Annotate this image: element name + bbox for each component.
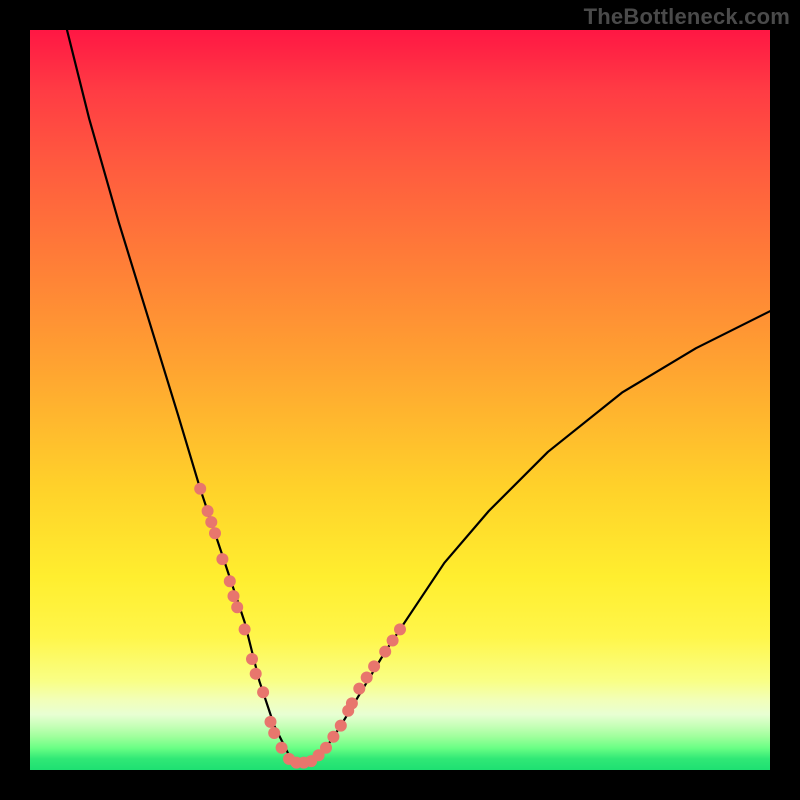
marker-dot (202, 505, 214, 517)
marker-dot (346, 697, 358, 709)
marker-dot (368, 660, 380, 672)
marker-dot (224, 575, 236, 587)
marker-dot (205, 516, 217, 528)
marker-dot (327, 731, 339, 743)
chart-svg (30, 30, 770, 770)
marker-dot (194, 483, 206, 495)
watermark-text: TheBottleneck.com (584, 4, 790, 30)
marker-dot (394, 623, 406, 635)
marker-dot (231, 601, 243, 613)
marker-dot (250, 668, 262, 680)
marker-dot (387, 635, 399, 647)
chart-container: TheBottleneck.com (0, 0, 800, 800)
marker-dot (228, 590, 240, 602)
marker-dot (353, 683, 365, 695)
marker-dot (268, 727, 280, 739)
curve-bottleneck-curve (67, 30, 770, 763)
marker-dot (276, 742, 288, 754)
marker-dot (379, 646, 391, 658)
marker-dot (361, 672, 373, 684)
marker-dot (239, 623, 251, 635)
marker-dot (216, 553, 228, 565)
marker-dot (209, 527, 221, 539)
marker-dot (246, 653, 258, 665)
marker-dot (265, 716, 277, 728)
marker-dot (320, 742, 332, 754)
marker-dot (335, 720, 347, 732)
plot-area (30, 30, 770, 770)
marker-dot (257, 686, 269, 698)
